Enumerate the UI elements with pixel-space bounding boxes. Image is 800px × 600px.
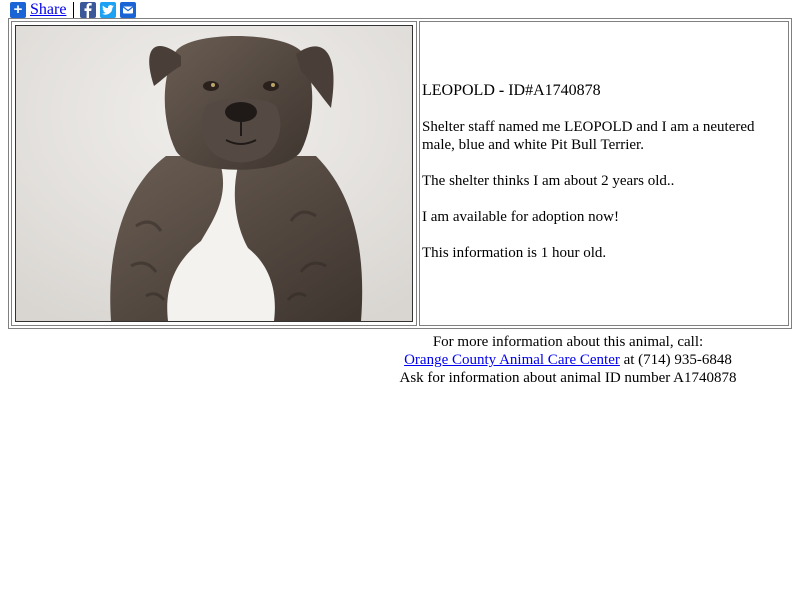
share-divider — [73, 2, 75, 18]
twitter-icon[interactable] — [100, 2, 117, 18]
animal-age: The shelter thinks I am about 2 years ol… — [422, 173, 675, 189]
share-plus-icon[interactable]: + — [10, 2, 26, 18]
email-icon[interactable] — [120, 2, 137, 18]
info-cell: LEOPOLD - ID#A1740878 Shelter staff name… — [419, 21, 789, 326]
facebook-icon[interactable] — [80, 2, 97, 18]
contact-line: Orange County Animal Care Center at (714… — [340, 351, 796, 369]
share-link[interactable]: Share — [30, 1, 66, 19]
freshness-text: This information is 1 hour old. — [422, 245, 607, 261]
animal-name: LEOPOLD — [422, 82, 495, 99]
heading-separator: - — [494, 82, 509, 99]
dog-photo — [15, 25, 413, 322]
animal-description: Shelter staff named me LEOPOLD and I am … — [422, 119, 755, 153]
animal-details: LEOPOLD - ID#A1740878 Shelter staff name… — [422, 82, 782, 280]
care-center-link[interactable]: Orange County Animal Care Center — [404, 352, 620, 368]
photo-cell — [11, 21, 417, 326]
animal-heading: LEOPOLD - ID#A1740878 — [422, 82, 782, 100]
phone-number: at (714) 935-6848 — [619, 352, 732, 368]
animal-id-note: Ask for information about animal ID numb… — [399, 370, 737, 386]
contact-intro: For more information about this animal, … — [432, 334, 704, 350]
availability-text: I am available for adoption now! — [422, 209, 620, 225]
animal-id: ID#A1740878 — [508, 82, 601, 99]
animal-info-table: LEOPOLD - ID#A1740878 Shelter staff name… — [8, 18, 792, 329]
share-bar: + Share — [10, 1, 140, 19]
contact-info: For more information about this animal, … — [340, 333, 796, 387]
